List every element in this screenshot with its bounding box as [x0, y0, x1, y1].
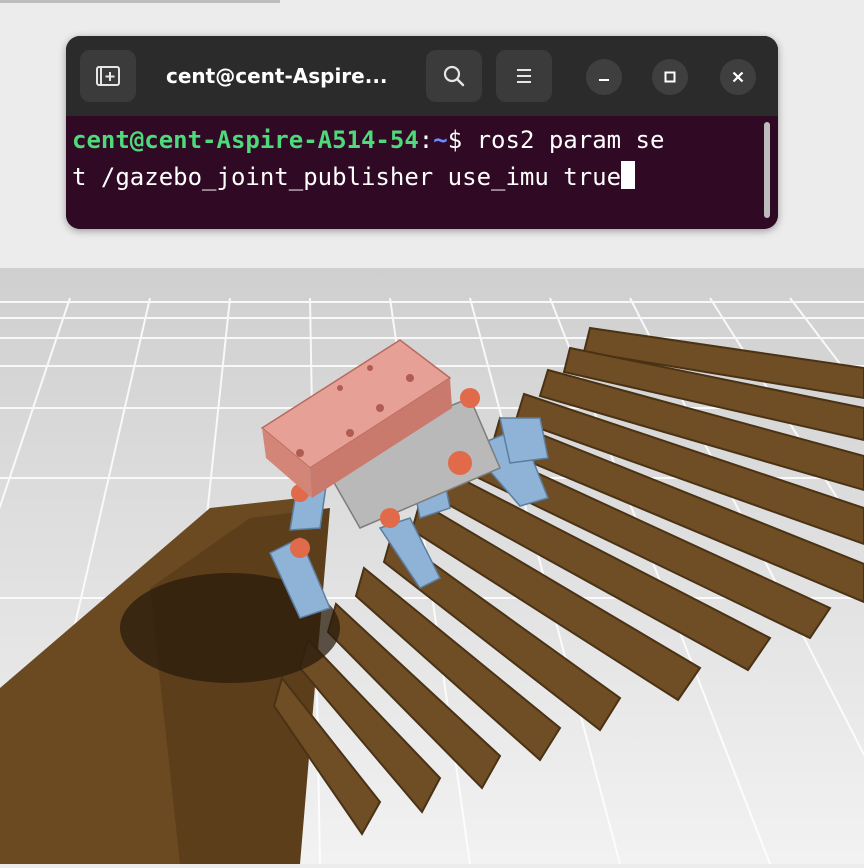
minimize-button[interactable] [586, 59, 622, 95]
prompt-symbol: $ [447, 126, 477, 154]
simulation-scene [0, 268, 864, 865]
text-cursor [621, 161, 636, 189]
terminal-scrollbar[interactable] [764, 122, 770, 218]
maximize-button[interactable] [652, 59, 688, 95]
terminal-title: cent@cent-Aspire... [166, 64, 388, 88]
terminal-line-1: cent@cent-Aspire-A514-54:~$ ros2 param s… [72, 122, 762, 159]
prompt-separator: : [418, 126, 434, 154]
window-edge-line [0, 0, 280, 3]
menu-button[interactable] [496, 50, 552, 102]
terminal-line-2: t /gazebo_joint_publisher use_imu true [72, 159, 762, 196]
terminal-window[interactable]: cent@cent-Aspire... cent@cent-Aspire-A51… [66, 36, 778, 229]
search-button[interactable] [426, 50, 482, 102]
terminal-output[interactable]: cent@cent-Aspire-A514-54:~$ ros2 param s… [66, 116, 778, 229]
new-tab-icon [96, 66, 120, 86]
close-button[interactable] [720, 59, 756, 95]
new-tab-button[interactable] [80, 50, 136, 102]
command-text-1: ros2 param se [476, 126, 665, 154]
command-text-2: t /gazebo_joint_publisher use_imu true [72, 163, 622, 191]
minimize-icon [599, 79, 609, 81]
prompt-path: ~ [433, 126, 448, 154]
maximize-icon [664, 71, 676, 83]
search-icon [443, 65, 465, 87]
prompt-user-host: cent@cent-Aspire-A514-54 [72, 126, 419, 154]
close-icon [732, 71, 744, 83]
hamburger-menu-icon [517, 69, 531, 83]
gazebo-viewport[interactable] [0, 268, 864, 865]
terminal-titlebar[interactable]: cent@cent-Aspire... [66, 36, 778, 116]
